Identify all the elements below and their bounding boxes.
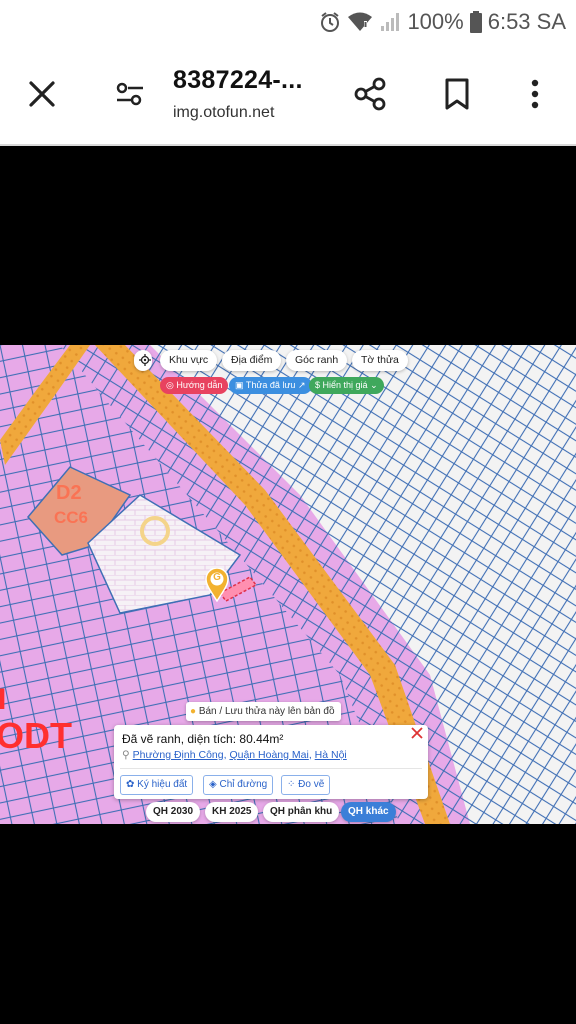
image-viewer-backdrop-top — [0, 146, 576, 345]
alarm-icon — [319, 11, 341, 33]
crosshair-icon — [139, 354, 151, 366]
tab-qh-phan-khu[interactable]: QH phân khu — [263, 802, 340, 822]
parcel-info-popup: Đã vẽ ranh, diện tích: 80.44m² ⚲ Phường … — [114, 725, 428, 799]
address-separator: , — [308, 749, 312, 761]
parcel-address: ⚲ Phường Định Công, Quận Hoàng Mai, Hà N… — [122, 749, 347, 761]
tune-icon — [116, 82, 143, 106]
zone-code-label: D2 — [56, 482, 82, 504]
pin-small-icon: ● — [190, 706, 197, 717]
close-icon — [411, 727, 423, 739]
save-parcel-label: Bán / Lưu thửa này lên bản đồ — [198, 706, 335, 717]
bookmark-small-icon: ▣ — [235, 380, 244, 390]
directions-button[interactable]: ◈ Chỉ đường — [203, 775, 274, 795]
chip-khu-vuc[interactable]: Khu vực — [160, 350, 218, 371]
wifi-icon — [347, 11, 373, 33]
zone-odt-label: ODT — [0, 715, 72, 756]
battery-icon — [469, 11, 482, 33]
district-link[interactable]: Quận Hoàng Mai — [229, 749, 308, 761]
chip-goc-ranh[interactable]: Góc ranh — [286, 350, 348, 371]
popup-divider — [120, 768, 422, 769]
clock-time: 6:53 SA — [487, 9, 566, 34]
tab-qh-khac[interactable]: QH khác — [341, 802, 396, 822]
guide-label: Hướng dẫn — [176, 380, 223, 390]
city-link[interactable]: Hà Nội — [315, 749, 347, 761]
bookmark-button[interactable] — [435, 72, 479, 116]
close-button[interactable] — [20, 72, 64, 116]
address-separator: , — [223, 749, 227, 761]
browser-toolbar: 8387224-... img.otofun.net — [0, 44, 576, 146]
image-viewer-backdrop-bottom — [0, 824, 576, 1024]
pin-letter: G — [213, 572, 221, 583]
more-button[interactable] — [513, 72, 557, 116]
parcel-area-title: Đã vẽ ranh, diện tích: 80.44m² — [122, 732, 284, 746]
saved-parcels-pill[interactable]: ▣ Thửa đã lưu ↗ — [229, 377, 312, 394]
tab-kh-2025[interactable]: KH 2025 — [205, 802, 259, 822]
close-icon — [29, 81, 55, 107]
target-icon: ◎ — [166, 380, 174, 390]
guide-pill[interactable]: ◎ Hướng dẫn — [160, 377, 229, 394]
battery-percent: 100% — [407, 9, 464, 34]
tab-qh-2030[interactable]: QH 2030 — [146, 802, 201, 822]
dollar-icon: $ — [315, 380, 321, 390]
ruler-icon: ⁘ — [287, 779, 296, 790]
share-button[interactable] — [348, 72, 392, 116]
more-vert-icon — [531, 79, 539, 109]
status-bar: 100% 6:53 SA — [0, 0, 576, 44]
show-price-pill[interactable]: $ Hiển thị giá ⌄ — [309, 377, 384, 394]
share-icon — [354, 77, 386, 111]
measure-label: Đo vẽ — [298, 779, 325, 790]
zone-left-label: I — [0, 683, 7, 716]
measure-button[interactable]: ⁘ Đo vẽ — [281, 775, 331, 795]
location-pin[interactable]: G — [205, 567, 229, 603]
land-legend-label: Ký hiệu đất — [137, 779, 188, 790]
locate-button[interactable] — [134, 350, 152, 371]
chip-dia-diem[interactable]: Địa điểm — [222, 350, 282, 371]
chevron-down-icon: ⌄ — [370, 380, 378, 390]
zone-code-label: CC6 — [54, 508, 89, 527]
external-arrow-icon: ↗ — [297, 380, 306, 390]
saved-label: Thửa đã lưu — [245, 380, 296, 390]
directions-label: Chỉ đường — [219, 779, 268, 790]
bookmark-icon — [445, 78, 469, 110]
page-info-button[interactable] — [108, 72, 152, 116]
location-marker-icon: ⚲ — [122, 749, 130, 761]
directions-icon: ◈ — [209, 779, 217, 790]
chip-to-thua[interactable]: Tờ thửa — [352, 350, 408, 371]
map-screenshot[interactable]: D2 CC6 I ODT G Khu vực Địa điểm Góc ranh… — [0, 345, 576, 824]
land-legend-button[interactable]: ✿ Ký hiệu đất — [120, 775, 194, 795]
page-url: img.otofun.net — [173, 104, 275, 121]
save-parcel-banner[interactable]: ● Bán / Lưu thửa này lên bản đồ — [186, 702, 341, 721]
page-title: 8387224-... — [173, 66, 303, 94]
signal-icon — [379, 11, 401, 33]
popup-close-button[interactable] — [410, 726, 424, 740]
status-icons: 100% 6:53 SA — [319, 8, 566, 36]
ward-link[interactable]: Phường Định Công — [133, 749, 224, 761]
palette-icon: ✿ — [126, 779, 135, 790]
price-label: Hiển thị giá — [322, 380, 368, 390]
